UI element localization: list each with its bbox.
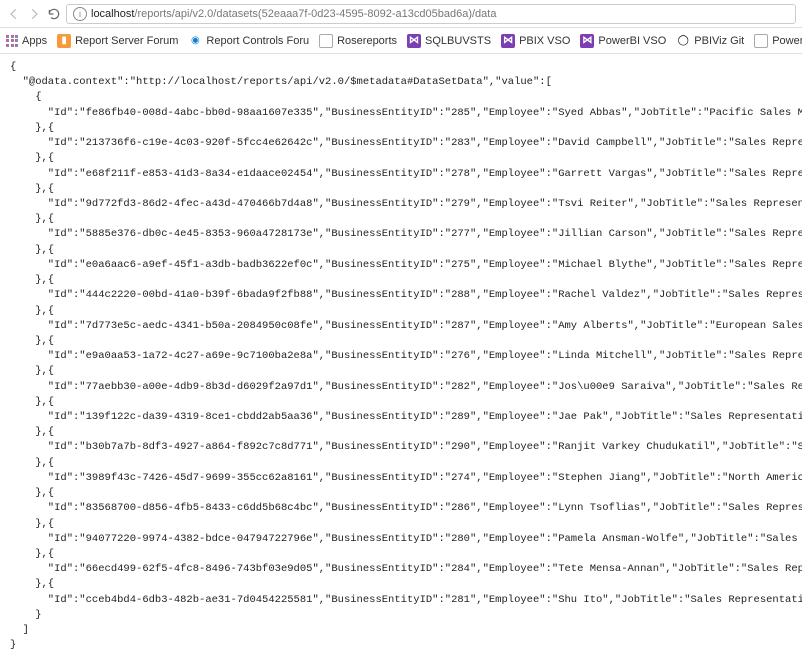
apps-label: Apps bbox=[22, 35, 47, 47]
doc-icon bbox=[754, 34, 768, 48]
bookmark-label: Report Server Forum bbox=[75, 35, 178, 47]
bookmark-label: PBIViz Git bbox=[694, 35, 744, 47]
box-icon bbox=[319, 34, 333, 48]
url-path: /reports/api/v2.0/datasets(52eaaa7f-0d23… bbox=[134, 8, 496, 20]
site-info-icon[interactable]: i bbox=[73, 7, 87, 21]
forum-icon: ▮ bbox=[57, 34, 71, 48]
bookmark-powerbi-vso[interactable]: ⋈ PowerBI VSO bbox=[580, 34, 666, 48]
bookmark-label: PowerBI Wiki bbox=[772, 35, 802, 47]
vs-icon: ⋈ bbox=[407, 34, 421, 48]
bookmark-powerbi-wiki[interactable]: PowerBI Wiki bbox=[754, 34, 802, 48]
bookmark-sqlbuvsts[interactable]: ⋈ SQLBUVSTS bbox=[407, 34, 491, 48]
bookmarks-bar: Apps ▮ Report Server Forum ◉ Report Cont… bbox=[0, 28, 802, 54]
vs-icon: ⋈ bbox=[580, 34, 594, 48]
bookmark-report-server-forum[interactable]: ▮ Report Server Forum bbox=[57, 34, 178, 48]
browser-nav-toolbar: i localhost/reports/api/v2.0/datasets(52… bbox=[0, 0, 802, 28]
bookmark-pbiviz-git[interactable]: ◯ PBIViz Git bbox=[676, 34, 744, 48]
bookmark-report-controls-forum[interactable]: ◉ Report Controls Foru bbox=[188, 34, 309, 48]
url-host: localhost bbox=[91, 8, 134, 20]
bookmark-pbix-vso[interactable]: ⋈ PBIX VSO bbox=[501, 34, 570, 48]
github-icon: ◯ bbox=[676, 34, 690, 48]
json-response-body: { "@odata.context":"http://localhost/rep… bbox=[0, 54, 802, 664]
vs-icon: ⋈ bbox=[501, 34, 515, 48]
apps-icon bbox=[6, 35, 18, 47]
bookmark-label: Report Controls Foru bbox=[206, 35, 309, 47]
forward-button[interactable] bbox=[26, 6, 42, 22]
bookmark-label: Rosereports bbox=[337, 35, 397, 47]
swirl-icon: ◉ bbox=[188, 34, 202, 48]
back-button[interactable] bbox=[6, 6, 22, 22]
bookmark-label: PBIX VSO bbox=[519, 35, 570, 47]
address-bar[interactable]: i localhost/reports/api/v2.0/datasets(52… bbox=[66, 4, 796, 24]
bookmark-label: SQLBUVSTS bbox=[425, 35, 491, 47]
apps-button[interactable]: Apps bbox=[6, 35, 47, 47]
reload-button[interactable] bbox=[46, 6, 62, 22]
bookmark-rosereports[interactable]: Rosereports bbox=[319, 34, 397, 48]
bookmark-label: PowerBI VSO bbox=[598, 35, 666, 47]
